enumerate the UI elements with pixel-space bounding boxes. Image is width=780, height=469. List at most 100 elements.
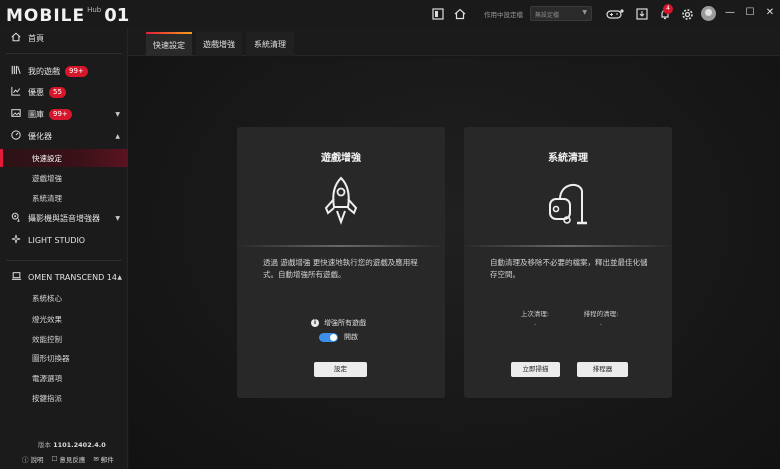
sidebar-subitem-key-assignment[interactable]: 按鍵指派 bbox=[0, 389, 128, 407]
sidebar-item-label: 優惠 bbox=[28, 87, 44, 97]
scan-now-button[interactable]: 立即掃描 bbox=[511, 362, 560, 377]
sidebar-subitem-lighting[interactable]: 燈光效果 bbox=[0, 310, 128, 328]
library-icon bbox=[10, 65, 22, 78]
info-icon[interactable]: i bbox=[311, 319, 319, 327]
close-icon[interactable]: ✕ bbox=[763, 6, 777, 20]
laptop-icon bbox=[10, 271, 22, 284]
chevron-down-icon: ▼ bbox=[115, 214, 120, 222]
card-title: 遊戲增強 bbox=[321, 153, 361, 164]
main-content: 遊戲增強 透過 遊戲增強 更快速地執行您的遊戲及應用程式。自動增強所有遊戲。 i… bbox=[129, 57, 780, 469]
logo-suffix: 01 bbox=[104, 5, 130, 26]
card-description: 透過 遊戲增強 更快速地執行您的遊戲及應用程式。自動增強所有遊戲。 bbox=[263, 258, 418, 279]
chevron-down-icon: ▼ bbox=[115, 110, 120, 118]
tab-quick-settings[interactable]: 快速設定 bbox=[146, 32, 192, 56]
app-logo: MOBILE Hub 01 bbox=[6, 4, 130, 27]
notification-badge: 4 bbox=[663, 4, 673, 14]
last-clean-label: 上次清理: bbox=[520, 310, 550, 318]
sidebar-subitem-performance[interactable]: 效能控制 bbox=[0, 330, 128, 348]
sidebar-item-label: OMEN TRANSCEND 14 bbox=[28, 272, 117, 282]
camera-mic-icon bbox=[10, 212, 22, 225]
user-avatar[interactable] bbox=[701, 6, 716, 21]
sidebar-subitem-quick-settings[interactable]: 快速設定 bbox=[0, 149, 128, 167]
title-bar: MOBILE Hub 01 作用中設定檔 無設定檔 ▼ 4 — ☐ ✕ bbox=[0, 0, 780, 28]
mail-icon: ✉ bbox=[93, 455, 99, 463]
divider bbox=[6, 53, 122, 54]
tab-system-cleanup[interactable]: 系統清理 bbox=[246, 32, 294, 56]
profile-select[interactable]: 無設定檔 ▼ bbox=[530, 6, 592, 21]
card-description: 自動清理及移除不必要的檔案，釋出並最佳化儲存空間。 bbox=[490, 258, 648, 279]
sidebar-item-deals[interactable]: 優惠 55 bbox=[0, 83, 128, 101]
mail-link[interactable]: ✉ 郵件 bbox=[93, 454, 113, 464]
sidebar-item-home[interactable]: 首頁 bbox=[0, 29, 128, 47]
gallery-icon bbox=[10, 108, 22, 121]
chevron-down-icon: ▼ bbox=[582, 9, 587, 16]
sidebar-item-label: 首頁 bbox=[28, 33, 44, 43]
chevron-up-icon: ▲ bbox=[117, 273, 122, 281]
scheduler-button[interactable]: 排程器 bbox=[577, 362, 628, 377]
profile-select-value: 無設定檔 bbox=[535, 12, 560, 19]
help-icon: ⓘ bbox=[22, 456, 29, 464]
scheduled-clean-value: - bbox=[599, 320, 603, 328]
gallery-count-badge: 99+ bbox=[49, 108, 72, 120]
version-number: 1101.2402.4.0 bbox=[53, 441, 106, 449]
feedback-link-label: 意見反應 bbox=[59, 456, 86, 464]
deals-count-badge: 55 bbox=[49, 86, 66, 98]
version-info: 版本 1101.2402.4.0 bbox=[38, 439, 106, 449]
home-icon[interactable] bbox=[452, 6, 468, 22]
boost-all-games-row: i 增強所有遊戲 bbox=[311, 318, 366, 328]
divider bbox=[237, 245, 445, 247]
maximize-icon[interactable]: ☐ bbox=[743, 6, 757, 20]
sidebar-item-device[interactable]: OMEN TRANSCEND 14 ▲ bbox=[0, 268, 128, 286]
feedback-link[interactable]: ☐ 意見反應 bbox=[52, 454, 86, 464]
feedback-icon: ☐ bbox=[51, 455, 58, 463]
pin-icon[interactable] bbox=[430, 6, 446, 22]
settings-button[interactable]: 設定 bbox=[314, 362, 367, 377]
sidebar-item-gallery[interactable]: 圖庫 99+ ▼ bbox=[0, 105, 128, 123]
logo-text: MOBILE bbox=[6, 6, 86, 26]
gamepad-icon[interactable] bbox=[605, 6, 625, 22]
boost-toggle-row: 開啟 bbox=[319, 332, 358, 342]
sidebar-item-label: LIGHT STUDIO bbox=[28, 235, 86, 245]
boost-all-games-label: 增強所有遊戲 bbox=[324, 319, 366, 327]
sidebar-subitem-power-options[interactable]: 電源選項 bbox=[0, 369, 128, 387]
version-label: 版本 bbox=[38, 441, 51, 449]
sidebar-subitem-graphics-switcher[interactable]: 圖形切換器 bbox=[0, 349, 128, 367]
footer-links: ⓘ 說明 ☐ 意見反應 ✉ 郵件 bbox=[22, 454, 114, 464]
gauge-icon bbox=[10, 129, 22, 143]
rocket-icon bbox=[319, 175, 363, 231]
system-cleanup-card: 系統清理 自動清理及移除不必要的檔案，釋出並最佳化儲存空間。 上次清理: - 排… bbox=[464, 127, 672, 398]
sparkle-icon bbox=[10, 234, 22, 247]
divider bbox=[464, 245, 672, 247]
sidebar-item-light-studio[interactable]: LIGHT STUDIO bbox=[0, 231, 128, 249]
sidebar-item-optimizer[interactable]: 優化器 ▲ bbox=[0, 127, 128, 145]
boost-all-games-toggle[interactable] bbox=[319, 332, 338, 342]
help-link[interactable]: ⓘ 說明 bbox=[22, 454, 44, 464]
divider bbox=[6, 260, 122, 261]
game-boost-card: 遊戲增強 透過 遊戲增強 更快速地執行您的遊戲及應用程式。自動增強所有遊戲。 i… bbox=[237, 127, 445, 398]
toggle-state-label: 開啟 bbox=[344, 333, 358, 341]
tab-game-boost[interactable]: 遊戲增強 bbox=[196, 32, 242, 56]
home-icon bbox=[10, 32, 22, 45]
minimize-icon[interactable]: — bbox=[723, 6, 737, 20]
vacuum-cleaner-icon bbox=[546, 177, 590, 233]
sidebar-item-camera-audio[interactable]: 攝影機與語音增強器 ▼ bbox=[0, 209, 128, 227]
sidebar-item-label: 優化器 bbox=[28, 131, 52, 141]
sidebar-subitem-game-boost[interactable]: 遊戲增強 bbox=[0, 169, 128, 187]
mail-link-label: 郵件 bbox=[100, 456, 114, 464]
active-profile-label: 作用中設定檔 bbox=[484, 11, 523, 19]
sidebar-subitem-system-core[interactable]: 系統核心 bbox=[0, 289, 128, 307]
sidebar-item-my-games[interactable]: 我的遊戲 99+ bbox=[0, 62, 128, 80]
app-window: MOBILE Hub 01 作用中設定檔 無設定檔 ▼ 4 — ☐ ✕ 首頁 我… bbox=[0, 0, 780, 469]
tab-bar: 快速設定 遊戲增強 系統清理 bbox=[128, 28, 780, 56]
sidebar-item-label: 攝影機與語音增強器 bbox=[28, 213, 100, 223]
card-title: 系統清理 bbox=[548, 153, 588, 164]
download-icon[interactable] bbox=[634, 6, 650, 22]
logo-hub-text: Hub bbox=[87, 6, 102, 14]
games-count-badge: 99+ bbox=[65, 65, 88, 77]
last-clean-value: - bbox=[533, 320, 537, 328]
scheduled-clean-label: 排程的清理: bbox=[583, 310, 619, 318]
gear-icon[interactable] bbox=[679, 6, 695, 22]
sidebar-subitem-system-cleanup[interactable]: 系統清理 bbox=[0, 189, 128, 207]
sidebar: 首頁 我的遊戲 99+ 優惠 55 圖庫 99+ ▼ 優化器 ▲ 快速設定 遊戲… bbox=[0, 28, 128, 469]
help-link-label: 說明 bbox=[30, 456, 44, 464]
